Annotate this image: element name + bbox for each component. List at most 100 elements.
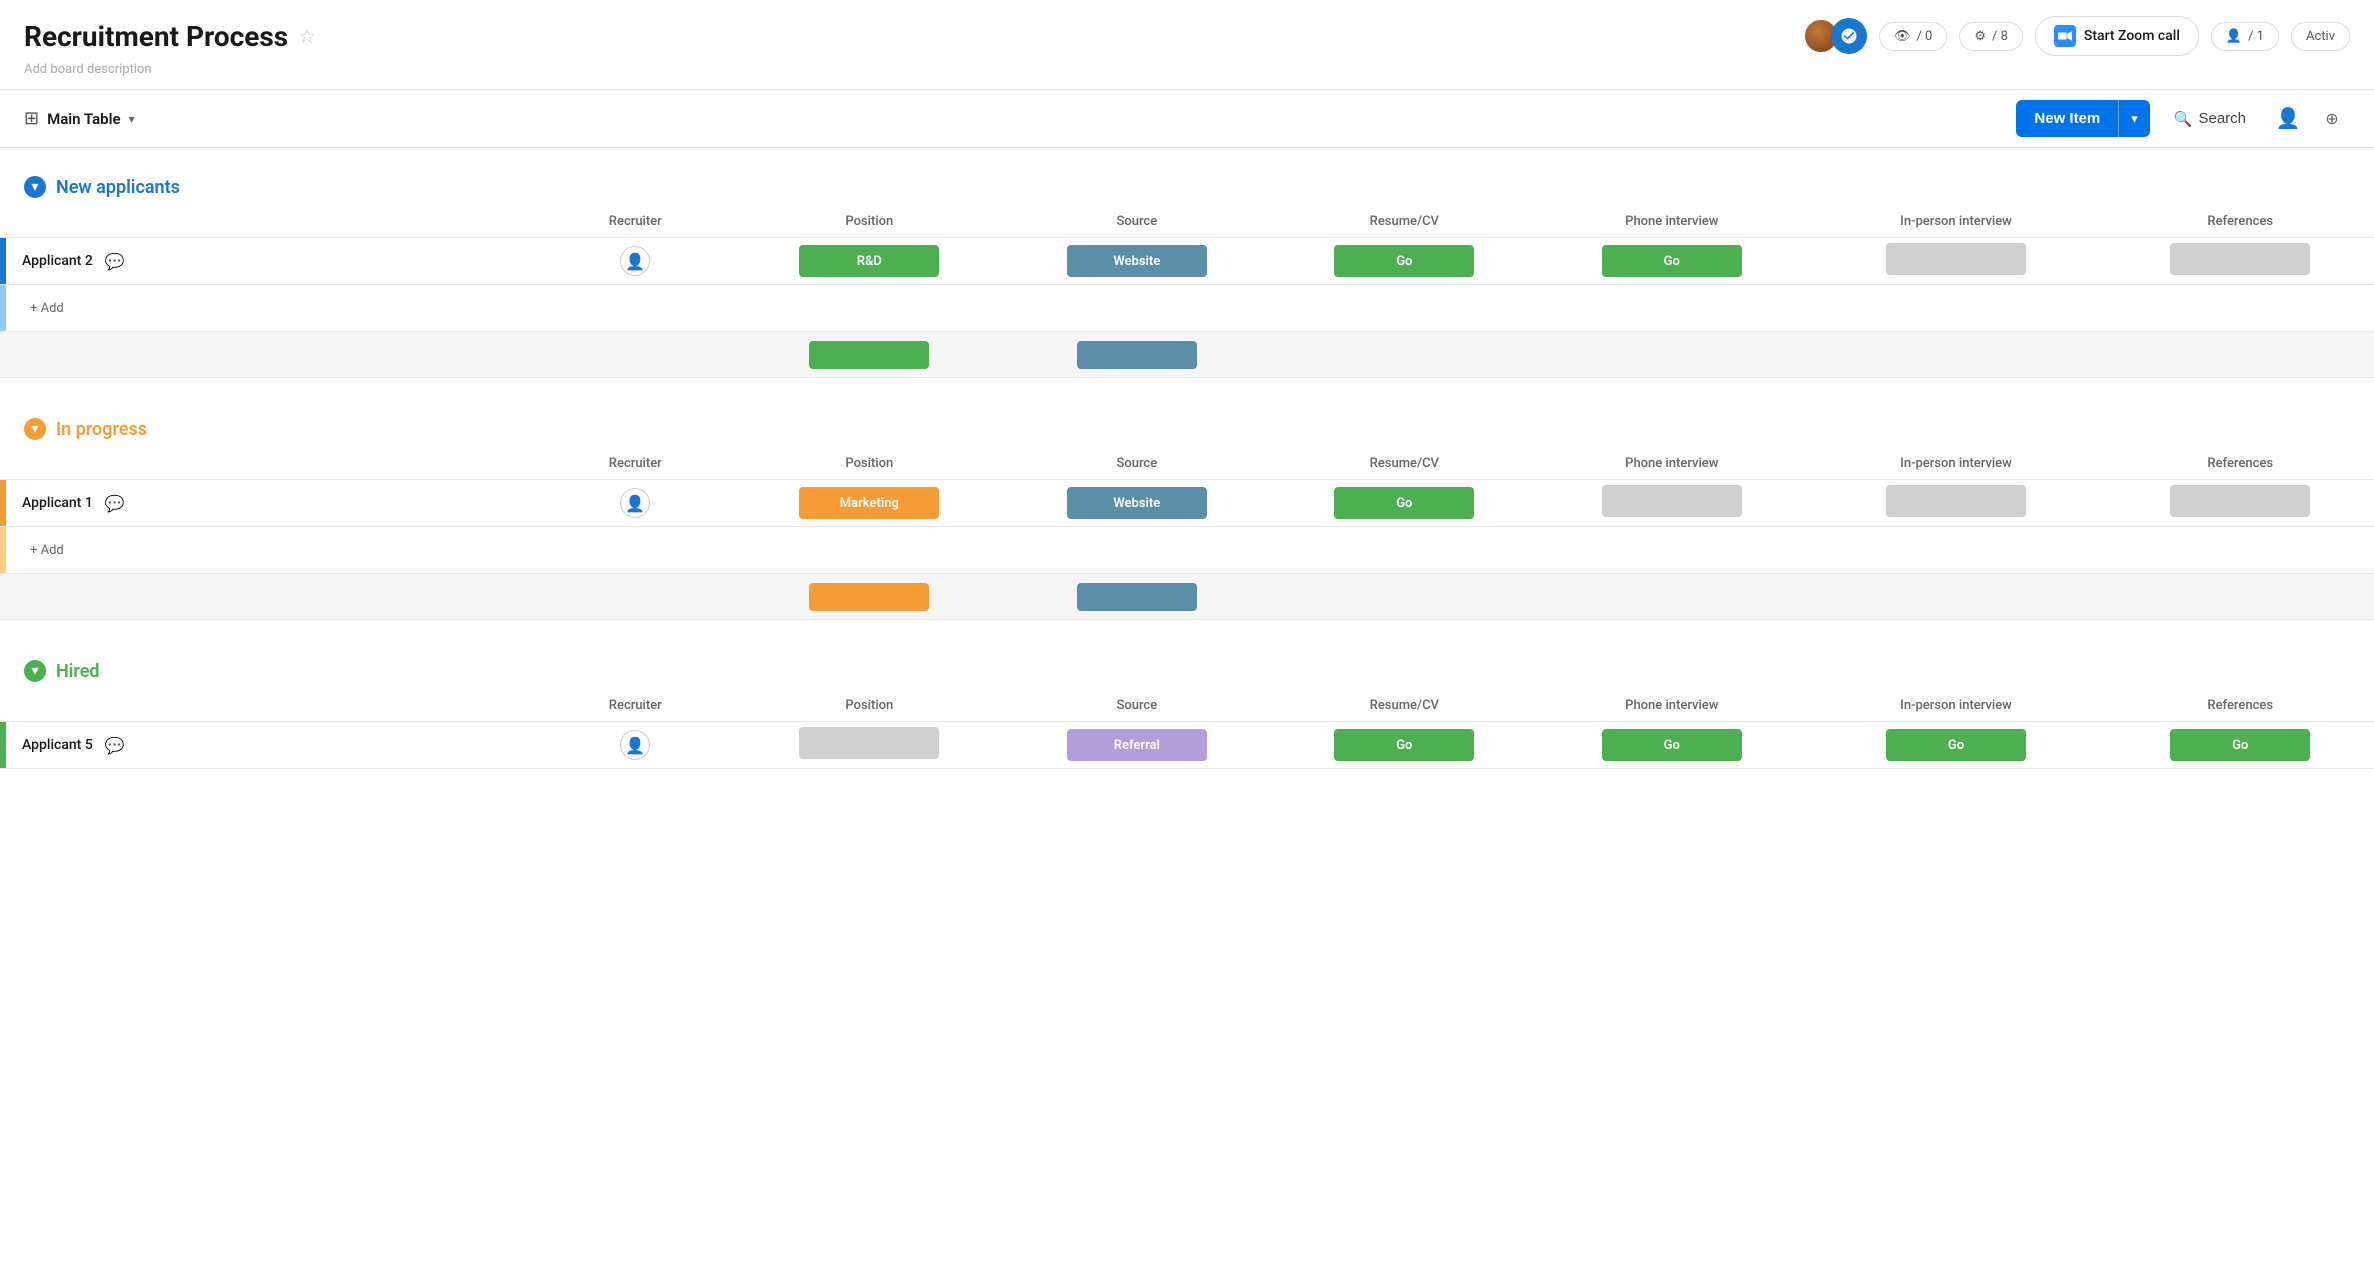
people-count-pill[interactable]: ⚙ / 8 xyxy=(1959,22,2023,51)
avatar-count-pill[interactable]: 👤 / 1 xyxy=(2211,22,2279,51)
applicant2-source[interactable]: Website xyxy=(1003,238,1270,285)
inperson-badge: Go xyxy=(1886,729,2026,761)
inperson-badge xyxy=(1886,485,2026,517)
col-header-resume: Resume/CV xyxy=(1271,206,1538,238)
applicant1-position[interactable]: Marketing xyxy=(736,480,1003,527)
comment-icon[interactable]: 💬 xyxy=(105,736,125,755)
summary-empty xyxy=(0,574,736,620)
add-row-new-applicants[interactable]: + Add xyxy=(0,285,2374,332)
table-row: Applicant 5 💬 👤 Referral Go xyxy=(0,722,2374,769)
applicant5-source[interactable]: Referral xyxy=(1003,722,1270,769)
eye-count-pill[interactable]: 👁 / 0 xyxy=(1879,22,1947,51)
group-in-progress-title: In progress xyxy=(56,419,147,440)
profile-button[interactable]: 👤 xyxy=(2270,101,2306,137)
summary-source xyxy=(1003,332,1270,378)
add-row-in-progress[interactable]: + Add xyxy=(0,527,2374,574)
col-header-source: Source xyxy=(1003,448,1270,480)
applicant2-phone[interactable]: Go xyxy=(1538,238,1805,285)
in-progress-header-row: Recruiter Position Source Resume/CV Phon… xyxy=(0,448,2374,480)
col-header-inperson: In-person interview xyxy=(1806,206,2107,238)
applicant1-phone[interactable] xyxy=(1538,480,1805,527)
row-color-bar xyxy=(0,480,6,526)
references-badge xyxy=(2170,243,2310,275)
summary-row-in-progress xyxy=(0,574,2374,620)
resume-badge: Go xyxy=(1334,487,1474,519)
comment-icon[interactable]: 💬 xyxy=(105,252,125,271)
comment-icon[interactable]: 💬 xyxy=(105,494,125,513)
applicant2-inperson[interactable] xyxy=(1806,238,2107,285)
group-hired-table: Recruiter Position Source Resume/CV Phon… xyxy=(0,690,2374,769)
phone-badge xyxy=(1602,485,1742,517)
col-header-position: Position xyxy=(736,690,1003,722)
col-header-phone: Phone interview xyxy=(1538,206,1805,238)
board-description[interactable]: Add board description xyxy=(24,62,2350,89)
applicant5-phone[interactable]: Go xyxy=(1538,722,1805,769)
star-icon[interactable]: ☆ xyxy=(298,24,316,48)
add-row-label[interactable]: + Add xyxy=(14,543,64,558)
applicant1-inperson[interactable] xyxy=(1806,480,2107,527)
col-header-name xyxy=(0,690,535,722)
col-header-recruiter: Recruiter xyxy=(535,206,736,238)
board-content: ▾ New applicants Recruiter Position Sour… xyxy=(0,148,2374,821)
col-header-resume: Resume/CV xyxy=(1271,690,1538,722)
new-item-label: New Item xyxy=(2016,100,2118,137)
eye-count: / 0 xyxy=(1916,29,1932,44)
applicant5-references[interactable]: Go xyxy=(2106,722,2374,769)
avatar-badge xyxy=(1831,18,1867,54)
profile-icon: 👤 xyxy=(2276,106,2301,131)
inperson-badge xyxy=(1886,243,2026,275)
activity-pill[interactable]: Activ xyxy=(2291,22,2350,51)
position-badge: Marketing xyxy=(799,487,939,519)
applicant1-recruiter: 👤 xyxy=(535,480,736,527)
summary-position xyxy=(736,574,1003,620)
people-count: / 8 xyxy=(1992,29,2008,44)
applicant1-source[interactable]: Website xyxy=(1003,480,1270,527)
applicant1-resume[interactable]: Go xyxy=(1271,480,1538,527)
toolbar-actions: New Item ▾ 🔍 Search 👤 ⊕ xyxy=(2016,100,2350,137)
zoom-button[interactable]: Start Zoom call xyxy=(2035,16,2199,56)
summary-rest xyxy=(1271,574,2374,620)
applicant2-position[interactable]: R&D xyxy=(736,238,1003,285)
col-header-resume: Resume/CV xyxy=(1271,448,1538,480)
hired-header-row: Recruiter Position Source Resume/CV Phon… xyxy=(0,690,2374,722)
table-row: Applicant 2 💬 👤 R&D Website Go xyxy=(0,238,2374,285)
applicant1-name: Applicant 1 xyxy=(14,495,93,511)
group-new-applicants-toggle[interactable]: ▾ xyxy=(24,176,46,198)
recruiter-avatar[interactable]: 👤 xyxy=(620,246,650,276)
table-selector[interactable]: ⊞ Main Table ▾ xyxy=(24,108,135,129)
summary-source-badge xyxy=(1077,341,1197,369)
row-color-bar xyxy=(0,722,6,768)
row-color-bar-light xyxy=(0,527,6,573)
add-row-label[interactable]: + Add xyxy=(14,301,64,316)
applicant5-position[interactable] xyxy=(736,722,1003,769)
new-item-arrow-icon[interactable]: ▾ xyxy=(2119,101,2150,137)
applicant5-inperson[interactable]: Go xyxy=(1806,722,2107,769)
group-in-progress-table: Recruiter Position Source Resume/CV Phon… xyxy=(0,448,2374,620)
col-header-inperson: In-person interview xyxy=(1806,690,2107,722)
summary-row-new-applicants xyxy=(0,332,2374,378)
col-header-phone: Phone interview xyxy=(1538,690,1805,722)
search-icon: 🔍 xyxy=(2174,110,2193,128)
group-in-progress-toggle[interactable]: ▾ xyxy=(24,418,46,440)
applicant2-name: Applicant 2 xyxy=(14,253,93,269)
applicant5-resume[interactable]: Go xyxy=(1271,722,1538,769)
settings-button[interactable]: ⊕ xyxy=(2314,101,2350,137)
group-in-progress: ▾ In progress Recruiter Position Source xyxy=(0,410,2374,620)
people-icon: ⚙ xyxy=(1974,29,1986,44)
resume-badge: Go xyxy=(1334,245,1474,277)
search-button[interactable]: 🔍 Search xyxy=(2158,101,2262,137)
table-row: Applicant 1 💬 👤 Marketing Website G xyxy=(0,480,2374,527)
new-item-button[interactable]: New Item ▾ xyxy=(2016,100,2149,137)
add-cell[interactable]: + Add xyxy=(0,527,2374,574)
add-cell[interactable]: + Add xyxy=(0,285,2374,332)
activity-label: Activ xyxy=(2306,29,2335,44)
recruiter-avatar[interactable]: 👤 xyxy=(620,488,650,518)
applicant5-name: Applicant 5 xyxy=(14,737,93,753)
group-hired-toggle[interactable]: ▾ xyxy=(24,660,46,682)
summary-position xyxy=(736,332,1003,378)
applicant2-references[interactable] xyxy=(2106,238,2374,285)
applicant2-resume[interactable]: Go xyxy=(1271,238,1538,285)
applicant2-recruiter: 👤 xyxy=(535,238,736,285)
recruiter-avatar[interactable]: 👤 xyxy=(620,730,650,760)
applicant1-references[interactable] xyxy=(2106,480,2374,527)
